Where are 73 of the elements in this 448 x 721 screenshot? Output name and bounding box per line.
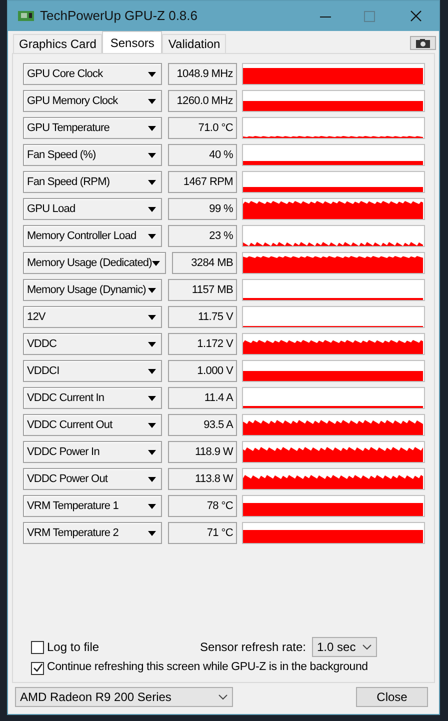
gpu-dropdown[interactable]: AMD Radeon R9 200 Series: [15, 687, 233, 707]
checkbox-label: Log to file: [47, 639, 100, 656]
dropdown-arrow-icon: [148, 368, 156, 374]
dropdown-arrow-icon: [148, 342, 156, 346]
checkbox-label: Continue refreshing this screen while GPU-Z is in the background: [47, 660, 368, 676]
chevron-icon: [218, 694, 228, 700]
sensor-value: 71.0 °C: [168, 117, 237, 139]
sensor-dropdown[interactable]: GPU Temperature: [23, 117, 162, 139]
sensor-value: 1260.0 MHz: [168, 90, 237, 112]
sensor-dropdown[interactable]: Memory Usage (Dedicated): [23, 252, 166, 274]
dropdown-arrow-icon: [148, 314, 156, 320]
sensor-value: 118.9 W: [168, 441, 237, 463]
refresh-rate-label: Sensor refresh rate:: [200, 639, 306, 656]
sensor-value: 99 %: [168, 198, 237, 220]
sensor-dropdown[interactable]: GPU Load: [23, 198, 162, 220]
sensor-value: 1467 RPM: [168, 171, 237, 193]
continue-checkbox[interactable]: [31, 662, 44, 674]
sensor-dropdown[interactable]: VDDC Power In: [23, 441, 162, 463]
camera-button[interactable]: [410, 36, 436, 50]
dropdown-arrow-icon: [148, 288, 156, 292]
sensor-dropdown[interactable]: 12V: [23, 306, 162, 328]
sensor-value: 93.5 A: [168, 414, 237, 436]
camera-icon: [416, 38, 430, 48]
window-title: TechPowerUp GPU-Z 0.8.6: [40, 7, 198, 26]
sensor-dropdown[interactable]: VDDC Power Out: [23, 468, 162, 490]
sensor-value: 1048.9 MHz: [168, 63, 237, 85]
dropdown-arrow-icon: [148, 530, 156, 536]
sensor-dropdown[interactable]: Memory Usage (Dynamic): [23, 279, 162, 301]
log-checkbox[interactable]: [31, 640, 44, 654]
tab[interactable]: Validation: [162, 34, 226, 53]
graphics-card-icon: [18, 10, 34, 22]
tab[interactable]: Sensors: [102, 31, 162, 53]
dropdown-arrow-icon: [148, 450, 156, 454]
sensor-value: 1157 MB: [168, 279, 237, 301]
sensor-value: 40 %: [168, 144, 237, 166]
close-icon[interactable]: [410, 10, 422, 22]
dropdown-arrow-icon: [148, 206, 156, 212]
dropdown-arrow-icon: [148, 180, 156, 184]
sensor-value: 3284 MB: [172, 252, 237, 274]
sensor-value: 113.8 W: [168, 468, 237, 490]
sensor-value: 23 %: [168, 225, 237, 247]
dropdown-arrow-icon: [148, 504, 156, 508]
dropdown-arrow-icon: [148, 98, 156, 104]
dropdown-arrow-icon: [148, 126, 156, 130]
refresh-rate-dropdown[interactable]: 1.0 sec: [312, 637, 377, 657]
dropdown-arrow-icon: [148, 422, 156, 428]
dropdown-arrow-icon: [148, 152, 156, 158]
sensor-value: 78 °C: [168, 495, 237, 517]
sensor-value: 11.4 A: [168, 387, 237, 409]
sensor-value: 11.75 V: [168, 306, 237, 328]
sensor-value: 71 °C: [168, 522, 237, 544]
sensor-dropdown[interactable]: GPU Core Clock: [23, 63, 162, 85]
dropdown-arrow-icon: [148, 476, 156, 482]
dropdown-arrow-icon: [148, 396, 156, 400]
sensor-dropdown[interactable]: VDDC Current Out: [23, 414, 162, 436]
chevron-icon: [362, 644, 372, 650]
sensor-dropdown[interactable]: GPU Memory Clock: [23, 90, 162, 112]
checkmark-icon: [32, 663, 42, 673]
sensor-dropdown[interactable]: VDDC: [23, 333, 162, 355]
close-button[interactable]: Close: [356, 687, 428, 707]
dropdown-arrow-icon: [148, 234, 156, 238]
sensor-value: 1.000 V: [168, 360, 237, 382]
sensor-dropdown[interactable]: VRM Temperature 2: [23, 522, 162, 544]
sensor-dropdown[interactable]: Fan Speed (RPM): [23, 171, 162, 193]
sensor-dropdown[interactable]: VDDC Current In: [23, 387, 162, 409]
sensor-dropdown[interactable]: VDDCI: [23, 360, 162, 382]
dropdown-arrow-icon: [148, 72, 156, 76]
sensor-dropdown[interactable]: Memory Controller Load: [23, 225, 162, 247]
sensor-dropdown[interactable]: VRM Temperature 1: [23, 495, 162, 517]
tab[interactable]: Graphics Card: [13, 34, 102, 53]
dropdown-arrow-icon: [152, 260, 160, 266]
sensor-value: 1.172 V: [168, 333, 237, 355]
sensor-dropdown[interactable]: Fan Speed (%): [23, 144, 162, 166]
